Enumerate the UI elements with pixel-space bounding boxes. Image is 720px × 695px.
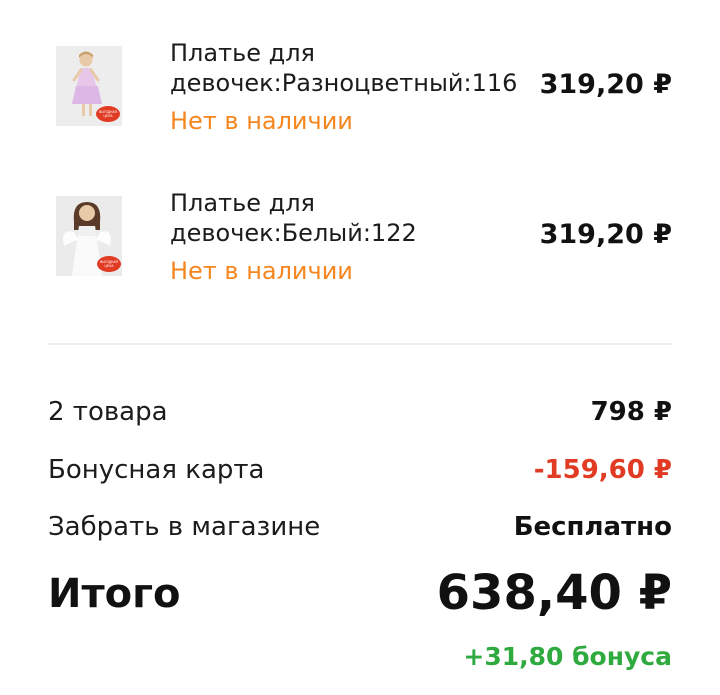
- item-price: 319,20 ₽: [539, 219, 672, 250]
- item-price: 319,20 ₽: [539, 69, 672, 100]
- product-thumbnail[interactable]: ВЫГОДНАЯ ЦЕНА: [56, 196, 122, 276]
- cart-item[interactable]: ВЫГОДНАЯ ЦЕНА Платье для девочек:Белый:1…: [0, 186, 720, 296]
- total-label: Итого: [48, 571, 181, 617]
- total-amount: 638,40 ₽: [436, 565, 672, 621]
- checkout-summary-page: ВЫГОДНАЯ ЦЕНА Платье для девочек:Разноцв…: [0, 0, 720, 695]
- goods-count-label: 2 товара: [48, 397, 168, 427]
- pickup-label: Забрать в магазине: [48, 512, 321, 542]
- summary-bonus-card-row: Бонусная карта -159,60 ₽: [48, 452, 672, 488]
- divider: [48, 343, 672, 345]
- summary-goods-row: 2 товара 798 ₽: [48, 394, 672, 430]
- svg-text:ЦЕНА: ЦЕНА: [104, 114, 114, 118]
- availability-status: Нет в наличии: [170, 257, 353, 285]
- product-name[interactable]: Платье для девочек:Белый:122: [170, 188, 530, 248]
- availability-status: Нет в наличии: [170, 107, 353, 135]
- product-name[interactable]: Платье для девочек:Разноцветный:116: [170, 38, 530, 98]
- bonus-card-label: Бонусная карта: [48, 455, 265, 485]
- summary-pickup-row: Забрать в магазине Бесплатно: [48, 509, 672, 545]
- bonus-earned: +31,80 бонуса: [463, 642, 672, 671]
- product-thumbnail[interactable]: ВЫГОДНАЯ ЦЕНА: [56, 46, 122, 126]
- bonus-card-discount: -159,60 ₽: [533, 455, 672, 485]
- goods-subtotal: 798 ₽: [590, 397, 672, 427]
- svg-text:ЦЕНА: ЦЕНА: [105, 264, 115, 268]
- cart-item[interactable]: ВЫГОДНАЯ ЦЕНА Платье для девочек:Разноцв…: [0, 36, 720, 146]
- pickup-cost: Бесплатно: [513, 512, 672, 542]
